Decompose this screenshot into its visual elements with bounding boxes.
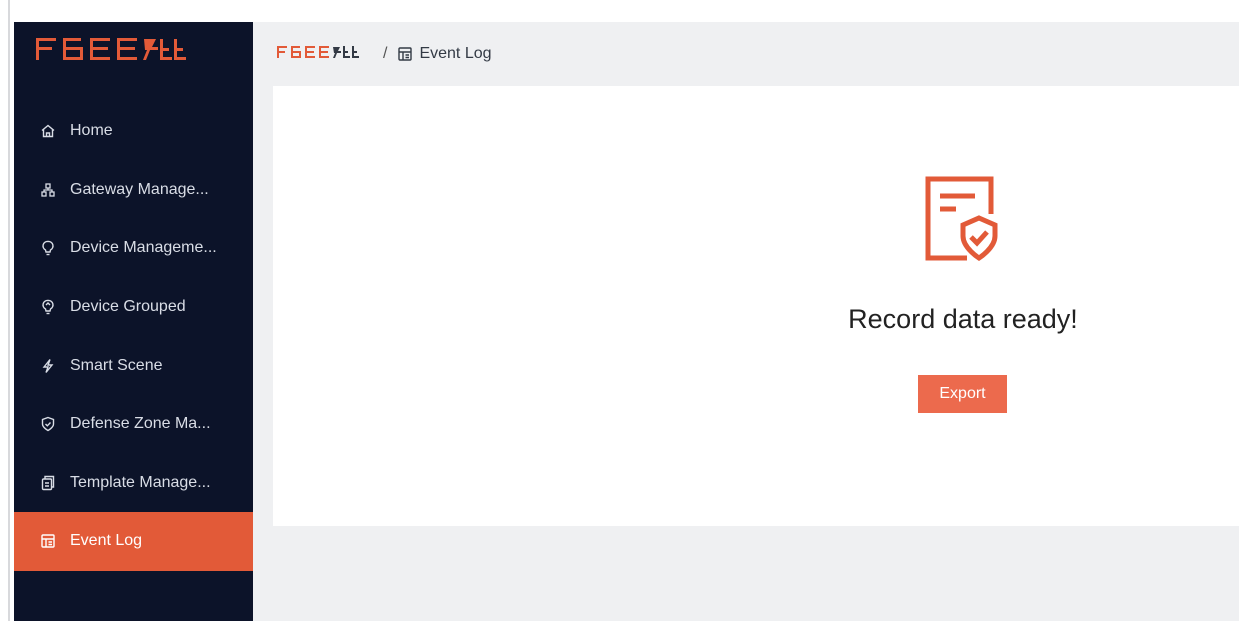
sidebar-item-device-management[interactable]: Device Manageme... — [14, 219, 253, 278]
breadcrumb-current: Event Log — [419, 45, 492, 62]
sidebar-item-label: Event Log — [70, 532, 143, 550]
lightning-icon — [40, 358, 56, 374]
sidebar: Home Gateway Manage... Device Manageme..… — [14, 22, 253, 621]
sidebar-item-device-grouped[interactable]: Device Grouped — [14, 278, 253, 337]
sidebar-item-home[interactable]: Home — [14, 102, 253, 161]
group-bulb-icon — [40, 299, 56, 315]
breadcrumb: / Event Log — [277, 42, 492, 66]
event-log-icon — [397, 46, 413, 62]
sidebar-item-event-log[interactable]: Event Log — [14, 512, 253, 571]
window-left-edge — [0, 0, 14, 621]
sidebar-item-label: Gateway Manage... — [70, 180, 209, 198]
sidebar-item-label: Device Manageme... — [70, 239, 217, 257]
lightbulb-icon — [40, 240, 56, 256]
export-button[interactable]: Export — [918, 375, 1007, 413]
ready-message: Record data ready! — [848, 304, 1078, 334]
export-card: Record data ready! Export — [273, 86, 1239, 526]
sidebar-item-label: Home — [70, 122, 113, 140]
sidebar-item-defense-zone[interactable]: Defense Zone Ma... — [14, 395, 253, 454]
document-shield-icon — [923, 174, 999, 267]
sidebar-menu: Home Gateway Manage... Device Manageme..… — [14, 102, 253, 571]
sidebar-item-smart-scene[interactable]: Smart Scene — [14, 336, 253, 395]
shield-check-icon — [40, 416, 56, 432]
sidebar-item-label: Smart Scene — [70, 356, 163, 374]
sidebar-item-template-management[interactable]: Template Manage... — [14, 454, 253, 513]
event-log-icon — [40, 533, 56, 549]
sidebar-item-label: Template Manage... — [70, 473, 211, 491]
brand-logo — [36, 34, 206, 64]
sidebar-item-label: Device Grouped — [70, 298, 186, 316]
sidebar-item-gateway-management[interactable]: Gateway Manage... — [14, 161, 253, 220]
network-icon — [40, 182, 56, 198]
sidebar-item-label: Defense Zone Ma... — [70, 415, 211, 433]
template-icon — [40, 475, 56, 491]
breadcrumb-separator: / — [383, 45, 388, 62]
breadcrumb-root-logo[interactable] — [277, 44, 369, 65]
home-icon — [40, 123, 56, 139]
main-content: / Event Log Record data ready! Export — [253, 22, 1239, 621]
